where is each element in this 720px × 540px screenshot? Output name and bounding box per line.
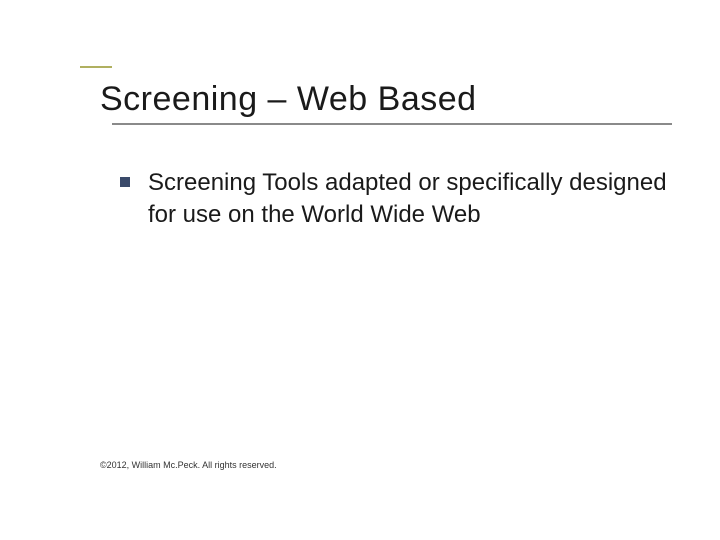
title-underline-decoration — [112, 123, 672, 125]
bullet-text: Screening Tools adapted or specifically … — [148, 167, 668, 232]
slide-container: Screening – Web Based Screening Tools ad… — [0, 0, 720, 540]
content-area: Screening Tools adapted or specifically … — [100, 167, 680, 232]
slide-title: Screening – Web Based — [100, 80, 680, 119]
accent-line-decoration — [80, 66, 112, 68]
square-bullet-icon — [120, 177, 130, 187]
bullet-item: Screening Tools adapted or specifically … — [120, 167, 680, 232]
copyright-footer: ©2012, William Mc.Peck. All rights reser… — [100, 460, 277, 470]
title-wrapper: Screening – Web Based — [100, 80, 680, 119]
